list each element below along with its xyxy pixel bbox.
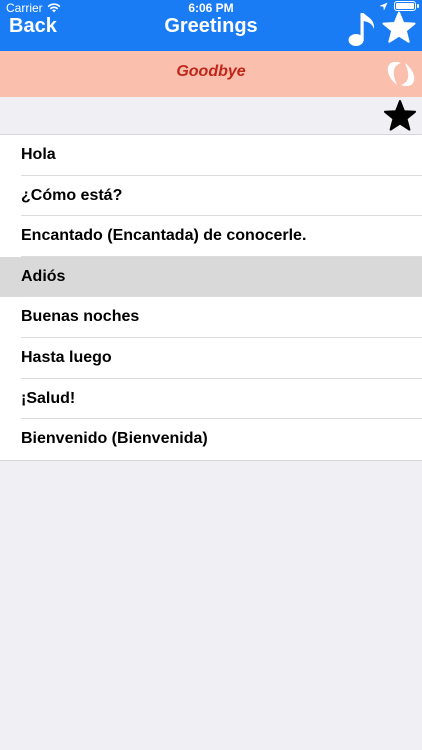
navigation-header: Carrier 6:06 PM Back Greetings [0, 0, 422, 51]
list-item-label: Encantado (Encantada) de conocerle. [21, 227, 307, 245]
translation-text: Goodbye [176, 63, 246, 80]
music-note-icon[interactable] [345, 10, 379, 48]
list-item-label: Adiós [21, 267, 66, 285]
list-item-label: ¡Salud! [21, 389, 76, 407]
list-item-label: Hola [21, 146, 56, 163]
list-item[interactable]: Bienvenido (Bienvenida) [0, 419, 422, 460]
favorite-strip [0, 97, 422, 134]
app-logo-icon[interactable] [385, 58, 417, 90]
list-item-label: Bienvenido (Bienvenida) [21, 430, 208, 448]
list-item[interactable]: ¿Cómo está? [0, 175, 422, 217]
nav-bar: Back Greetings [0, 10, 422, 50]
list-item-label: Hasta luego [21, 348, 112, 366]
star-outline-icon[interactable] [381, 10, 417, 46]
list-item-label: ¿Cómo está? [21, 186, 123, 204]
list-item[interactable]: ¡Salud! [0, 378, 422, 420]
list-item[interactable]: Encantado (Encantada) de conocerle. [0, 216, 422, 257]
star-filled-icon[interactable] [383, 99, 417, 133]
list-item[interactable]: Buenas noches [0, 297, 422, 338]
list-item[interactable]: Hola [0, 135, 422, 176]
list-item[interactable]: Hasta luego [0, 337, 422, 379]
list-item[interactable]: Adiós [0, 256, 422, 298]
list-item-label: Buenas noches [21, 308, 140, 326]
phrase-list: Hola ¿Cómo está? Encantado (Encantada) d… [0, 134, 422, 461]
translation-banner: Goodbye [0, 51, 422, 97]
